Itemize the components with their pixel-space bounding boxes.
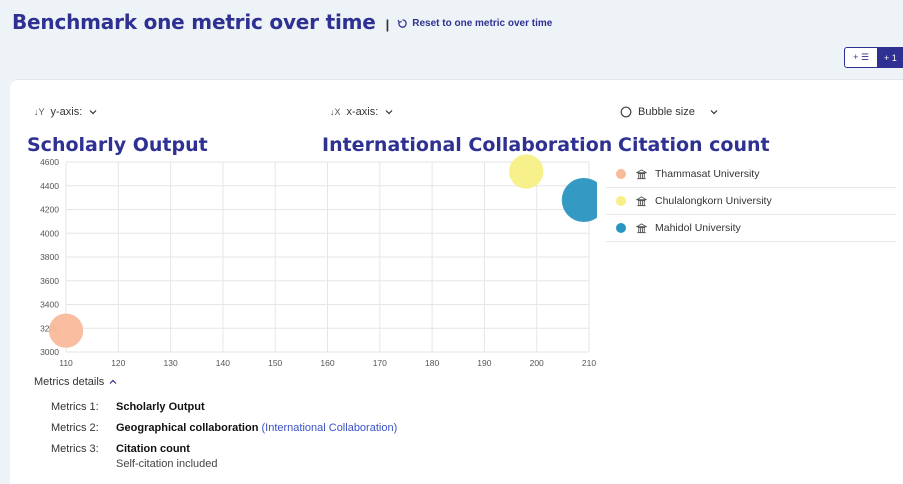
legend-dot [616,223,626,233]
x-tick-label: 180 [425,358,439,368]
x-tick-label: 190 [477,358,491,368]
metric-detail-row: Metrics 1: Scholarly Output [51,401,397,413]
institution-icon [636,222,647,233]
y-tick-label: 3600 [40,276,59,286]
metrics-details: Metrics 1: Scholarly Output Metrics 2: G… [51,401,397,479]
y-tick-label: 4600 [40,157,59,167]
legend-label: Mahidol University [655,222,741,234]
legend-label: Thammasat University [655,168,760,180]
metric-link[interactable]: (International Collaboration) [261,422,397,434]
x-tick-label: 170 [373,358,387,368]
y-tick-label: 4000 [40,228,59,238]
metrics-details-toggle[interactable]: Metrics details [34,376,118,388]
x-tick-label: 140 [216,358,230,368]
y-tick-label: 4400 [40,181,59,191]
metric-key: Metrics 2: [51,422,99,434]
x-tick-label: 210 [582,358,596,368]
institution-icon [636,195,647,206]
legend-dot [616,196,626,206]
metric-sub: Self-citation included [116,458,218,470]
y-tick-label: 3800 [40,252,59,262]
metric-detail-row: Metrics 3: Citation count Self-citation i… [51,443,397,470]
x-tick-label: 120 [111,358,125,368]
metrics-details-label: Metrics details [34,376,105,388]
metric-detail-row: Metrics 2: Geographical collaboration (I… [51,422,397,434]
chart-grid [65,161,590,353]
legend-label: Chulalongkorn University [655,195,772,207]
legend-item[interactable]: Mahidol University [606,215,896,242]
x-tick-label: 160 [320,358,334,368]
y-tick-label: 3000 [40,347,59,357]
legend-item[interactable]: Thammasat University [606,161,896,188]
x-tick-label: 110 [59,358,73,368]
x-tick-label: 150 [268,358,282,368]
metric-key: Metrics 1: [51,401,99,413]
metric-value: Geographical collaboration [116,422,259,434]
y-tick-label: 4200 [40,205,59,215]
legend-item[interactable]: Chulalongkorn University [606,188,896,215]
bubble-point [561,178,597,222]
chart-legend: Thammasat University Chulalongkorn Unive… [606,161,896,242]
metric-key: Metrics 3: [51,443,99,455]
chart-ticks: 1101201301401501601701801902002103000320… [40,157,596,368]
metric-value: Scholarly Output [116,401,205,413]
bubble-point [509,154,544,189]
institution-icon [636,168,647,179]
x-tick-label: 200 [530,358,544,368]
chevron-up-icon [109,379,117,384]
metric-value: Citation count [116,443,190,455]
legend-dot [616,169,626,179]
bubble-point [48,313,84,348]
y-tick-label: 3400 [40,300,59,310]
x-tick-label: 130 [164,358,178,368]
